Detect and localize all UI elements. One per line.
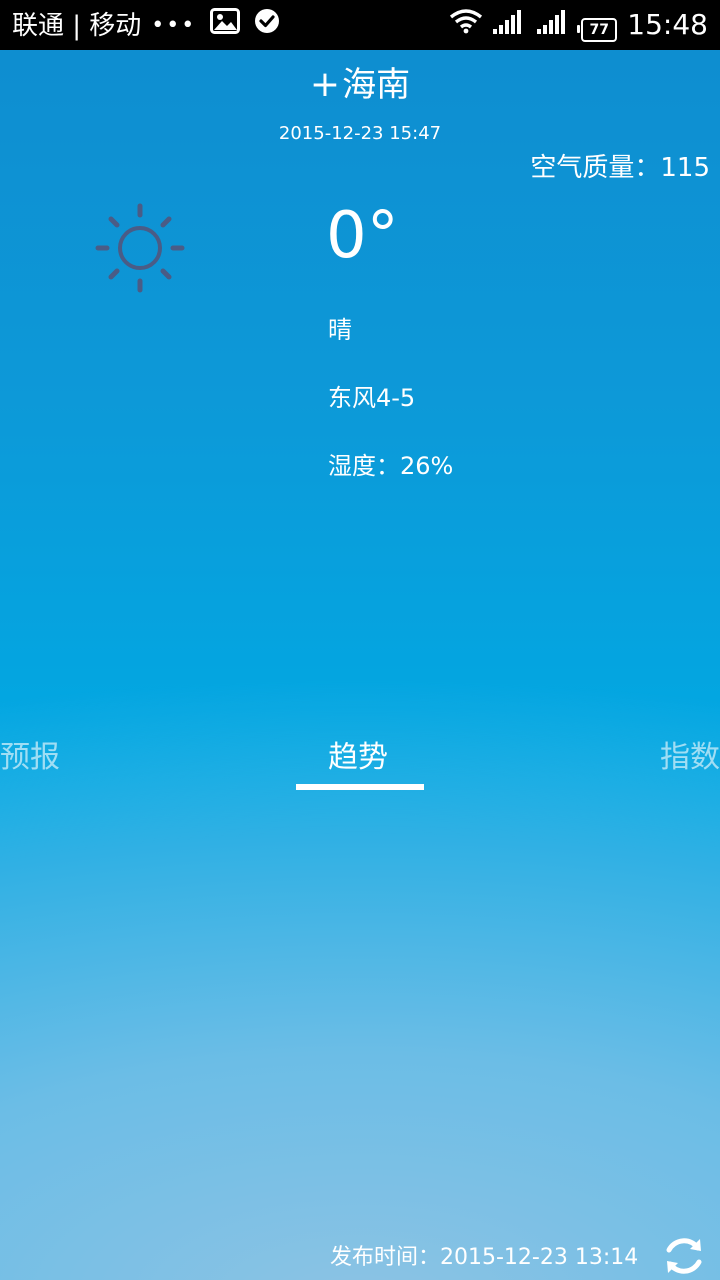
city-title[interactable]: +海南 — [0, 60, 720, 110]
check-circle-icon — [254, 8, 280, 43]
battery-level: 77 — [577, 18, 618, 42]
tab-index[interactable]: 指数 — [660, 736, 720, 780]
signal-icon — [537, 8, 571, 42]
add-city-icon[interactable]: + — [310, 64, 340, 105]
battery-icon: 77 — [577, 8, 618, 42]
weather-condition: 晴 — [328, 316, 352, 344]
sun-icon — [90, 200, 190, 296]
update-time: 2015-12-23 15:47 — [278, 123, 442, 144]
tab-trend[interactable]: 趋势 — [328, 736, 388, 780]
wifi-icon — [449, 8, 483, 42]
signal-icon — [493, 8, 527, 42]
air-quality: 空气质量：115 — [530, 153, 710, 183]
image-icon — [210, 8, 241, 43]
humidity: 湿度：26% — [328, 452, 454, 480]
status-bar-left: 联通 | 移动 ••• — [12, 8, 280, 43]
clock: 15:48 — [627, 8, 708, 41]
status-bar-right: 77 15:48 — [439, 8, 708, 42]
active-tab-indicator — [296, 784, 424, 790]
status-bar: 联通 | 移动 ••• 77 15:48 — [0, 0, 720, 50]
temperature: 0° — [326, 199, 399, 273]
wind: 东风4-5 — [328, 384, 416, 412]
carrier-label: 联通 | 移动 — [12, 10, 142, 41]
tab-forecast[interactable]: 预报 — [0, 736, 60, 780]
refresh-icon[interactable] — [660, 1232, 708, 1280]
more-notifications-dots: ••• — [151, 12, 197, 38]
publish-time: 发布时间：2015-12-23 13:14 — [330, 1245, 639, 1270]
city-name: 海南 — [342, 65, 411, 105]
